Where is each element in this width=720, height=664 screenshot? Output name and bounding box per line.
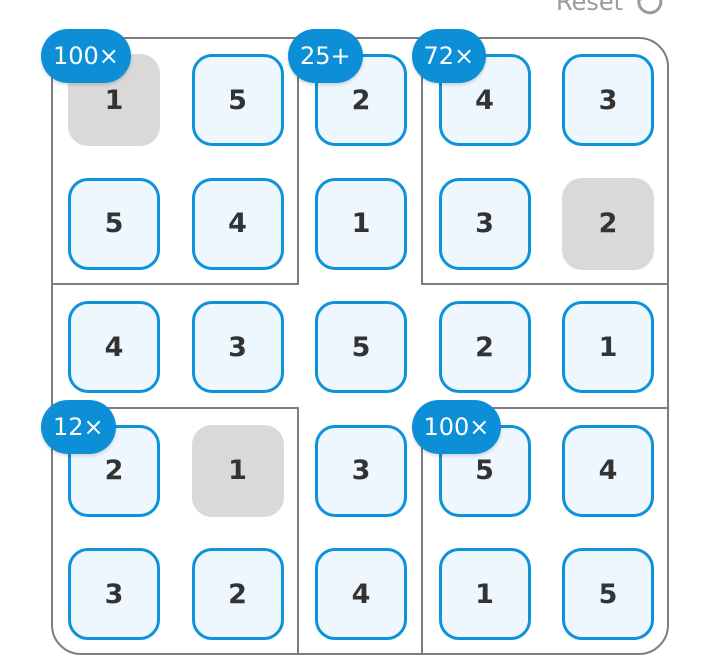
number-tile[interactable]: 3 [315, 424, 407, 517]
number-tile[interactable]: 1 [562, 301, 654, 393]
number-tile[interactable]: 4 [315, 548, 407, 640]
number-tile[interactable]: 1 [438, 548, 531, 640]
number-tile[interactable]: 3 [191, 301, 284, 393]
number-tile[interactable]: 5 [68, 177, 160, 270]
number-tile[interactable]: 5 [562, 548, 654, 640]
cage-divider [53, 283, 299, 285]
number-tile[interactable]: 5 [315, 301, 407, 393]
cage-clue-badge: 72× [411, 29, 487, 83]
refresh-icon [637, 0, 663, 15]
reset-button[interactable]: Reset [556, 0, 665, 18]
cage-divider [421, 283, 667, 285]
puzzle-board: 1524354132435212135432415 [51, 37, 669, 655]
cage-clue-badge: 100× [411, 399, 502, 454]
fixed-cell: 2 [562, 177, 654, 270]
number-tile[interactable]: 3 [562, 54, 654, 146]
cage-clue-badge: 100× [41, 29, 131, 83]
number-tile[interactable]: 2 [438, 301, 531, 393]
number-tile[interactable]: 4 [191, 177, 284, 270]
number-tile[interactable]: 1 [315, 177, 407, 270]
cage-clue-badge: 25+ [288, 29, 363, 83]
number-tile[interactable]: 4 [562, 424, 654, 517]
cage-divider [297, 407, 299, 653]
cage-clue-badge: 12× [41, 399, 116, 454]
reset-label: Reset [556, 0, 624, 16]
puzzle-stage: Reset 1524354132435212135432415 100× 25+ 7… [0, 0, 720, 664]
number-tile[interactable]: 5 [191, 54, 284, 146]
number-tile[interactable]: 3 [438, 177, 531, 270]
fixed-cell: 1 [191, 424, 284, 517]
number-tile[interactable]: 2 [191, 548, 284, 640]
number-tile[interactable]: 3 [68, 548, 160, 640]
number-tile[interactable]: 4 [68, 301, 160, 393]
